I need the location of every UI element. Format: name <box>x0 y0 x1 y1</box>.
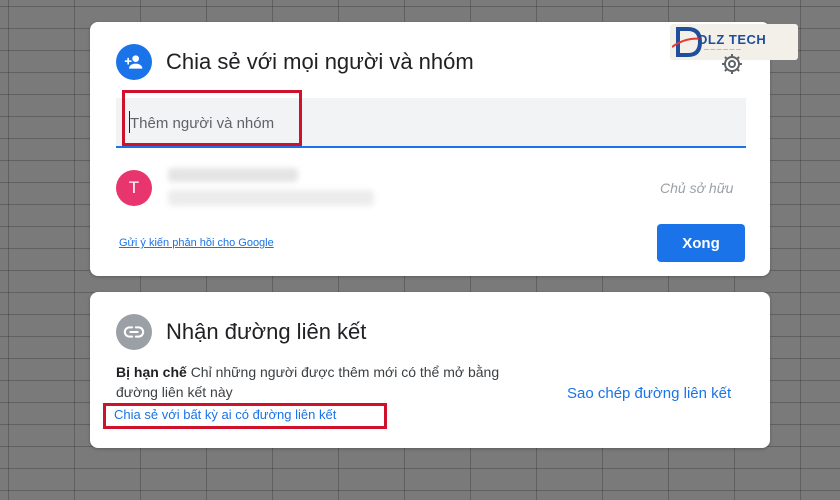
share-with-anyone-link[interactable]: Chia sẻ với bất kỳ ai có đường liên kết <box>114 407 336 422</box>
share-dialog-title: Chia sẻ với mọi người và nhóm <box>166 49 474 74</box>
owner-role-label: Chủ sở hữu <box>660 180 734 196</box>
gear-icon[interactable] <box>720 52 744 76</box>
restriction-label[interactable]: Bị hạn chế <box>116 364 187 380</box>
link-icon <box>116 314 152 350</box>
logo-text: DLZ TECH <box>698 32 767 47</box>
get-link-dialog: Nhận đường liên kết Bị hạn chế Chỉ những… <box>90 292 770 448</box>
owner-email-redacted <box>168 190 374 206</box>
share-dialog: Chia sẻ với mọi người và nhóm DLZ TECH —… <box>90 22 798 276</box>
get-link-title: Nhận đường liên kết <box>166 319 367 344</box>
feedback-link[interactable]: Gửi ý kiến phản hồi cho Google <box>119 237 274 249</box>
add-people-field[interactable] <box>116 98 746 148</box>
restriction-info: Bị hạn chế Chỉ những người được thêm mới… <box>116 362 536 402</box>
add-people-input[interactable] <box>130 112 430 134</box>
copy-link-button[interactable]: Sao chép đường liên kết <box>567 385 731 402</box>
owner-avatar: T <box>116 170 152 206</box>
done-button[interactable]: Xong <box>657 224 745 262</box>
owner-name-redacted <box>168 168 298 182</box>
add-person-icon <box>116 44 152 80</box>
